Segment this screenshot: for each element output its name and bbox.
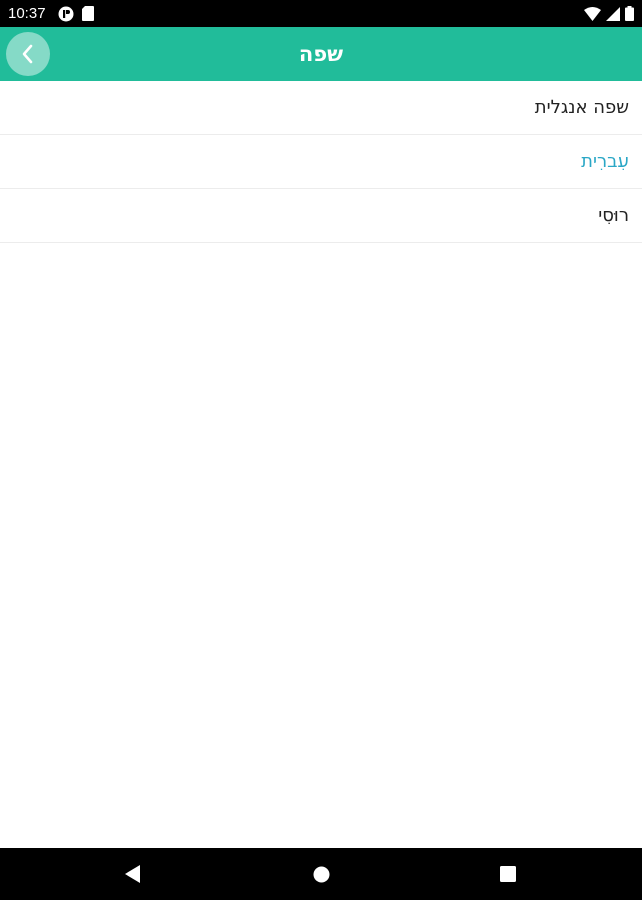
chevron-left-icon <box>20 43 36 65</box>
notification-app-icon <box>58 6 74 22</box>
back-button[interactable] <box>6 32 50 76</box>
app-bar: שפה <box>0 27 642 81</box>
recents-square-icon <box>500 866 516 882</box>
status-time: 10:37 <box>8 5 46 22</box>
nav-recents-button[interactable] <box>478 848 538 900</box>
navigation-bar <box>0 848 642 900</box>
language-label: רוּסִי <box>598 205 629 226</box>
nav-back-button[interactable] <box>103 848 163 900</box>
home-circle-icon <box>313 866 330 883</box>
screen: 10:37 שפה שפה אנגלית עִברִית רוּסִי <box>0 0 642 900</box>
language-label-selected: עִברִית <box>581 151 629 172</box>
language-list: שפה אנגלית עִברִית רוּסִי <box>0 81 642 243</box>
back-triangle-icon <box>125 865 141 883</box>
language-item-russian[interactable]: רוּסִי <box>0 189 642 243</box>
language-item-hebrew[interactable]: עִברִית <box>0 135 642 189</box>
cellular-signal-icon <box>606 6 620 21</box>
status-right-icons <box>584 5 634 22</box>
language-label: שפה אנגלית <box>534 97 629 118</box>
sd-card-icon <box>82 6 94 21</box>
wifi-icon <box>584 6 601 21</box>
nav-home-button[interactable] <box>291 848 351 900</box>
status-bar: 10:37 <box>0 0 642 27</box>
page-title: שפה <box>298 42 344 66</box>
status-left-icons <box>58 5 94 22</box>
language-item-english[interactable]: שפה אנגלית <box>0 81 642 135</box>
battery-icon <box>625 6 634 21</box>
